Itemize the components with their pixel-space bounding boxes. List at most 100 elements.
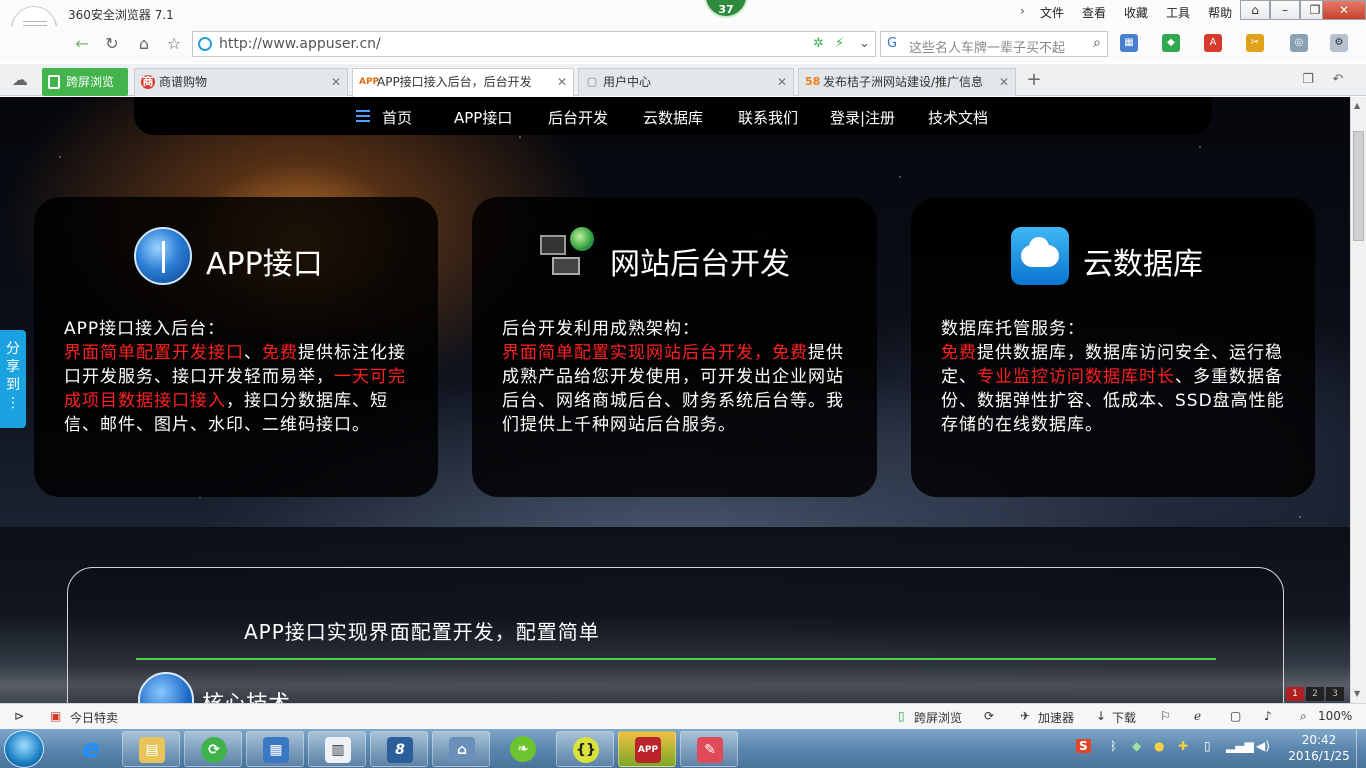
back-icon[interactable]: ←: [70, 32, 94, 56]
home-icon[interactable]: ⌂: [132, 32, 156, 56]
tab-58[interactable]: 58 发布桔子洲网站建设/推广信息 ✕: [798, 68, 1016, 96]
app-taskbar-item[interactable]: APP: [618, 731, 676, 767]
calc-icon: ▦: [263, 737, 289, 763]
tab-shangpu[interactable]: 商 商谱购物 ✕: [134, 68, 348, 96]
search-box[interactable]: G 这些名人车牌一辈子买不起 ⌕: [880, 31, 1108, 57]
shield-tray-icon[interactable]: ◆: [1132, 739, 1141, 753]
card-intro: 后台开发利用成熟架构：: [502, 319, 700, 339]
pager-dot[interactable]: 2: [1306, 687, 1324, 701]
reader-taskbar-item[interactable]: ▥: [308, 731, 366, 767]
bluetooth-icon[interactable]: ᛒ: [1110, 739, 1117, 753]
tab-appuser[interactable]: APP APP接口接入后台，后台开发 ✕: [352, 68, 574, 97]
share-char: 分: [6, 341, 20, 357]
windows-start-icon[interactable]: [4, 730, 44, 768]
sogou-icon[interactable]: S: [1076, 739, 1091, 753]
tools-icon[interactable]: ⚙: [1330, 34, 1348, 52]
pager-dot[interactable]: 1: [1286, 687, 1304, 701]
flag-icon[interactable]: ⚐: [1160, 709, 1171, 723]
zoom-icon[interactable]: ⌕: [1300, 709, 1307, 724]
window-icon[interactable]: ▢: [1230, 709, 1241, 723]
address-text[interactable]: http://www.appuser.cn/: [219, 36, 381, 52]
nav-cloud-db[interactable]: 云数据库: [643, 107, 703, 128]
site-nav: 首页 APP接口 后台开发 云数据库 联系我们 登录|注册 技术文档: [134, 97, 1212, 135]
browser360-taskbar-item[interactable]: ⟳: [184, 731, 242, 767]
device-icon[interactable]: ▯: [1204, 739, 1211, 753]
nav-backend[interactable]: 后台开发: [548, 107, 608, 128]
close-tab-icon[interactable]: ✕: [557, 69, 567, 95]
notes-taskbar-item[interactable]: ✎: [680, 731, 738, 767]
download-link[interactable]: 下载: [1112, 709, 1136, 726]
explorer-taskbar-item[interactable]: ▤: [122, 731, 180, 767]
menu-favorites[interactable]: 收藏: [1124, 4, 1148, 21]
speed-icon[interactable]: ⚡: [835, 36, 844, 51]
nav-contact[interactable]: 联系我们: [738, 107, 798, 128]
notification-badge[interactable]: 37: [704, 0, 748, 18]
search-icon[interactable]: ⌕: [1093, 35, 1101, 51]
qq-icon[interactable]: ●: [1154, 739, 1164, 753]
gamepad-icon[interactable]: ◎: [1290, 34, 1308, 52]
search-engine-icon[interactable]: G: [887, 36, 897, 51]
screenshot-icon[interactable]: ✂: [1246, 34, 1264, 52]
nav-docs[interactable]: 技术文档: [928, 107, 988, 128]
vertical-scrollbar[interactable]: ▲ ▼: [1350, 97, 1366, 703]
s-app-taskbar-item[interactable]: 8: [370, 731, 428, 767]
json-editor-taskbar-item[interactable]: {}: [556, 731, 614, 767]
nav-login[interactable]: 登录|注册: [830, 107, 895, 128]
signal-icon[interactable]: ▂▄▆: [1226, 739, 1254, 753]
close-tab-icon[interactable]: ✕: [777, 69, 787, 95]
tab-user-center[interactable]: ▢ 用户中心 ✕: [578, 68, 794, 96]
network-taskbar-item[interactable]: ⌂: [432, 731, 490, 767]
system-clock[interactable]: 20:42 2016/1/25: [1284, 732, 1354, 764]
nav-home[interactable]: 首页: [382, 107, 412, 128]
cloud-icon[interactable]: ☁: [8, 68, 32, 92]
card-highlight: 免费: [941, 343, 977, 363]
zoom-level[interactable]: 100%: [1318, 709, 1352, 723]
close-tab-icon[interactable]: ✕: [331, 69, 341, 95]
undo-close-icon[interactable]: ↶: [1326, 68, 1350, 92]
chevron-right-icon[interactable]: ›: [1020, 4, 1025, 18]
scroll-up-icon[interactable]: ▲: [1354, 101, 1360, 110]
calculator-taskbar-item[interactable]: ▦: [246, 731, 304, 767]
restore-tab-icon[interactable]: ❐: [1296, 68, 1320, 92]
pager-dot[interactable]: 3: [1326, 687, 1344, 701]
address-bar[interactable]: http://www.appuser.cn/ ✲ ⚡ ⌄: [192, 31, 876, 57]
download-icon: ↓: [1096, 709, 1107, 723]
nav-app-api[interactable]: APP接口: [454, 107, 512, 128]
scroll-down-icon[interactable]: ▼: [1354, 689, 1360, 698]
new-tab-button[interactable]: +: [1022, 68, 1046, 92]
ie-taskbar-item[interactable]: e: [62, 731, 120, 767]
refresh-icon[interactable]: ⟳: [984, 709, 994, 723]
today-deals-link[interactable]: 今日特卖: [70, 709, 118, 726]
menu-file[interactable]: 文件: [1040, 4, 1064, 21]
volume-icon[interactable]: ◀): [1256, 739, 1270, 753]
menu-tools[interactable]: 工具: [1166, 4, 1190, 21]
volume-icon[interactable]: ♪: [1264, 709, 1272, 723]
share-tab[interactable]: 分 享 到 ⋮: [0, 330, 26, 428]
plus-tray-icon[interactable]: ✚: [1178, 739, 1188, 753]
pin-icon[interactable]: ⌂: [1240, 0, 1270, 20]
leaf-taskbar-item[interactable]: ❧: [494, 731, 552, 767]
ie-mode-icon[interactable]: ℯ: [1194, 709, 1201, 723]
menu-help[interactable]: 帮助: [1208, 4, 1232, 21]
reload-icon[interactable]: ↻: [100, 32, 124, 56]
security-icon[interactable]: ✲: [813, 36, 824, 51]
accelerator-link[interactable]: 加速器: [1038, 709, 1074, 726]
kuaping-link[interactable]: 跨屏浏览: [914, 709, 962, 726]
close-tab-icon[interactable]: ✕: [999, 69, 1009, 95]
sidebar-toggle-icon[interactable]: ⊳: [14, 709, 24, 723]
shield-icon[interactable]: ◆: [1162, 34, 1180, 52]
star-icon[interactable]: ☆: [162, 32, 186, 56]
menu-view[interactable]: 查看: [1082, 4, 1106, 21]
chevron-down-icon[interactable]: ⌄: [859, 36, 870, 51]
minimize-button[interactable]: –: [1270, 0, 1300, 20]
show-desktop-button[interactable]: [1356, 729, 1366, 768]
tab-kuaping[interactable]: 跨屏浏览: [42, 68, 128, 96]
close-button[interactable]: ✕: [1322, 0, 1366, 20]
apps-grid-icon[interactable]: ▦: [1120, 34, 1138, 52]
pdf-icon[interactable]: A: [1204, 34, 1222, 52]
tab-label: APP接口接入后台，后台开发: [377, 75, 532, 89]
menu-list-icon: [356, 110, 370, 122]
search-input[interactable]: 这些名人车牌一辈子买不起: [909, 37, 1085, 56]
cloud-database-icon: [1011, 227, 1069, 285]
scroll-thumb[interactable]: [1353, 131, 1364, 241]
